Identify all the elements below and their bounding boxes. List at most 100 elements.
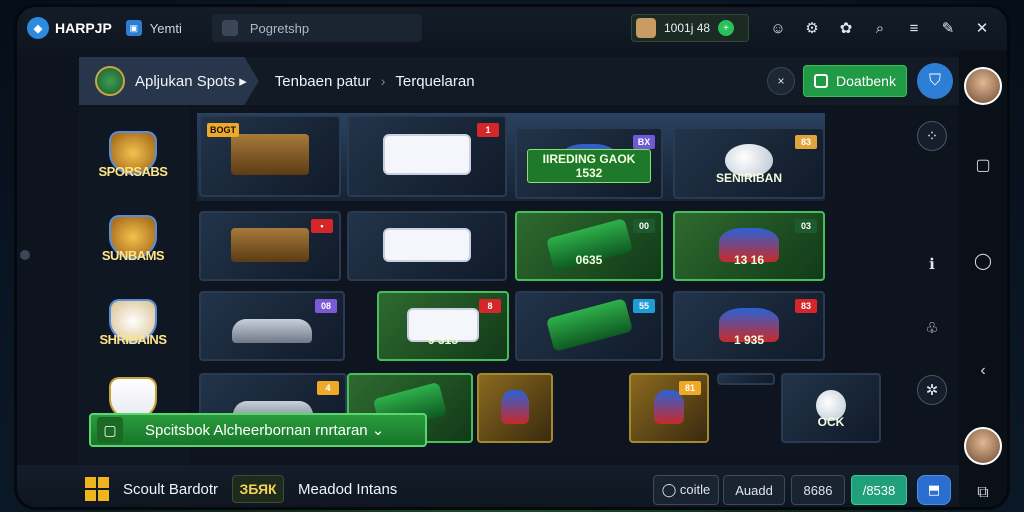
game-tile[interactable]: 83 SENIRIBAN bbox=[673, 127, 825, 199]
address-text: Pogretshp bbox=[249, 20, 310, 36]
game-tile[interactable] bbox=[477, 373, 553, 443]
chevron-right-icon: › bbox=[380, 73, 386, 89]
tile-badge: BX bbox=[633, 135, 655, 149]
tab-label: Yemti bbox=[149, 20, 182, 36]
avatar[interactable] bbox=[964, 67, 1002, 105]
tile-caption: 13 16 bbox=[733, 253, 765, 267]
logo-text: HARPJP bbox=[55, 20, 112, 36]
count-pill[interactable]: 8686 bbox=[791, 475, 845, 505]
game-art-icon bbox=[383, 134, 471, 175]
user-icon[interactable]: ⛉ bbox=[917, 63, 953, 99]
game-tile[interactable]: OCK bbox=[781, 373, 881, 443]
tile-caption: 0635 bbox=[575, 253, 603, 267]
tile-caption: SENIRIBAN bbox=[715, 171, 782, 185]
category-label: SHRIBAINS bbox=[99, 331, 167, 347]
info-icon[interactable]: ℹ bbox=[917, 249, 947, 279]
tile-caption: 9 315 bbox=[427, 333, 459, 347]
add-funds-icon[interactable]: + bbox=[718, 20, 735, 36]
dashboard-icon bbox=[814, 74, 829, 88]
right-tool-rail: ⁘ ℹ ♧ ✲ bbox=[915, 107, 951, 447]
menu-icon[interactable]: ≡ bbox=[903, 17, 925, 39]
close-icon[interactable]: ✕ bbox=[971, 17, 993, 39]
game-tile[interactable]: 83 1 935 bbox=[673, 291, 825, 361]
game-tile[interactable]: 8 9 315 bbox=[377, 291, 509, 361]
game-tile[interactable] bbox=[717, 373, 775, 385]
crumb-third[interactable]: Terquelaran bbox=[395, 73, 474, 90]
crumb-second[interactable]: Tenbaen patur bbox=[275, 73, 371, 90]
dashboard-button[interactable]: Doatbenk bbox=[803, 65, 907, 97]
settings-icon[interactable]: ⚙ bbox=[801, 17, 823, 39]
crumb-sports[interactable]: Apljukan Spots ▸ bbox=[79, 57, 259, 105]
game-art-icon bbox=[231, 227, 309, 262]
tab-yemti[interactable]: ▣ Yemti bbox=[125, 20, 182, 36]
tile-badge: 83 bbox=[795, 135, 817, 149]
game-art-icon bbox=[232, 319, 312, 344]
avatar[interactable] bbox=[964, 427, 1002, 465]
game-tile[interactable]: 1 bbox=[347, 115, 507, 197]
game-tile[interactable]: 00 0635 bbox=[515, 211, 663, 281]
category-item[interactable]: SUNBAMS bbox=[91, 215, 175, 275]
lock-icon bbox=[221, 20, 238, 36]
grid-toggle-button[interactable]: ⬒ bbox=[917, 475, 951, 505]
search-pill[interactable]: ◯ coitle bbox=[653, 475, 719, 505]
category-label: SPORSABS bbox=[98, 163, 168, 179]
bottom-mode[interactable]: Meadod Intans bbox=[298, 481, 397, 498]
promo-text: Spcitsbok Alcheerbornan rnrtaran ⌄ bbox=[145, 422, 385, 439]
share-icon[interactable]: ✲ bbox=[917, 375, 947, 405]
logo-icon: ◆ bbox=[27, 17, 49, 39]
bottom-title: Scoult Bardotr bbox=[123, 480, 219, 498]
tile-caption: 1 935 bbox=[733, 333, 765, 347]
tile-badge: 81 bbox=[679, 381, 701, 395]
extensions-icon[interactable]: ✿ bbox=[835, 17, 857, 39]
game-art-icon bbox=[383, 227, 471, 262]
game-tile[interactable]: BX IIREDING GAOK 1532 bbox=[515, 127, 663, 199]
round-action-button[interactable]: × bbox=[767, 67, 795, 95]
home-icon[interactable]: ◯ bbox=[969, 247, 997, 275]
screenshot-icon[interactable]: ⧉ bbox=[969, 479, 997, 507]
system-nav-bar: ▢ ◯ ‹ ⧉ bbox=[959, 51, 1007, 507]
tile-caption: IIREDING GAOK 1532 bbox=[527, 149, 651, 183]
tile-badge: 00 bbox=[633, 219, 655, 233]
puzzle-icon[interactable]: ♧ bbox=[917, 313, 947, 343]
back-icon[interactable]: ‹ bbox=[969, 357, 997, 385]
game-tile[interactable]: 08 bbox=[199, 291, 345, 361]
tile-badge: 83 bbox=[795, 299, 817, 313]
game-art-icon bbox=[545, 297, 633, 352]
windows-icon[interactable] bbox=[85, 477, 109, 501]
recents-icon[interactable]: ▢ bbox=[969, 151, 997, 179]
game-tile[interactable]: 03 13 16 bbox=[673, 211, 825, 281]
dashboard-label: Doatbenk bbox=[836, 73, 896, 89]
promo-dropdown[interactable]: ▢ Spcitsbok Alcheerbornan rnrtaran ⌄ bbox=[89, 413, 427, 447]
app-logo[interactable]: ◆ HARPJP bbox=[27, 17, 112, 39]
add-pill[interactable]: Auadd bbox=[723, 475, 785, 505]
category-item[interactable]: SHRIBAINS bbox=[91, 299, 175, 359]
game-tile[interactable]: BOGT bbox=[199, 115, 341, 197]
tile-caption: OCK bbox=[817, 415, 845, 429]
tile-badge: 1 bbox=[477, 123, 499, 137]
game-tile[interactable]: 81 bbox=[629, 373, 709, 443]
category-item[interactable]: SPORSABS bbox=[91, 131, 175, 191]
profile-icon[interactable]: ☺ bbox=[767, 17, 789, 39]
tile-badge: 4 bbox=[317, 381, 339, 395]
dots-icon[interactable]: ⁘ bbox=[917, 121, 947, 151]
breadcrumb-nav: Apljukan Spots ▸ Tenbaen patur › Terquel… bbox=[79, 57, 959, 105]
game-tile[interactable] bbox=[347, 211, 507, 281]
game-tile[interactable]: • bbox=[199, 211, 341, 281]
device-frame: ◆ HARPJP ▣ Yemti Pogretshp 1001j 48 + ☺ … bbox=[14, 4, 1010, 510]
game-art-icon bbox=[231, 134, 309, 175]
edit-icon[interactable]: ✎ bbox=[937, 17, 959, 39]
balance-text: 1001j 48 bbox=[664, 21, 711, 35]
tile-badge: 8 bbox=[479, 299, 501, 313]
score-pill[interactable]: /8538 bbox=[851, 475, 907, 505]
balance-display[interactable]: 1001j 48 + bbox=[631, 14, 749, 42]
tile-left-badge: BOGT bbox=[207, 123, 239, 137]
top-icon-group: ☺ ⚙ ✿ ⌕ ≡ ✎ ✕ bbox=[767, 17, 1005, 39]
stage: ◆ HARPJP ▣ Yemti Pogretshp 1001j 48 + ☺ … bbox=[0, 0, 1024, 512]
game-art-icon bbox=[500, 389, 530, 424]
tile-badge: 08 bbox=[315, 299, 337, 313]
tab-icon: ▣ bbox=[125, 20, 142, 36]
address-field[interactable]: Pogretshp bbox=[211, 14, 422, 42]
camera-dot bbox=[20, 250, 30, 260]
game-tile[interactable]: 55 bbox=[515, 291, 663, 361]
search-icon[interactable]: ⌕ bbox=[869, 17, 891, 39]
